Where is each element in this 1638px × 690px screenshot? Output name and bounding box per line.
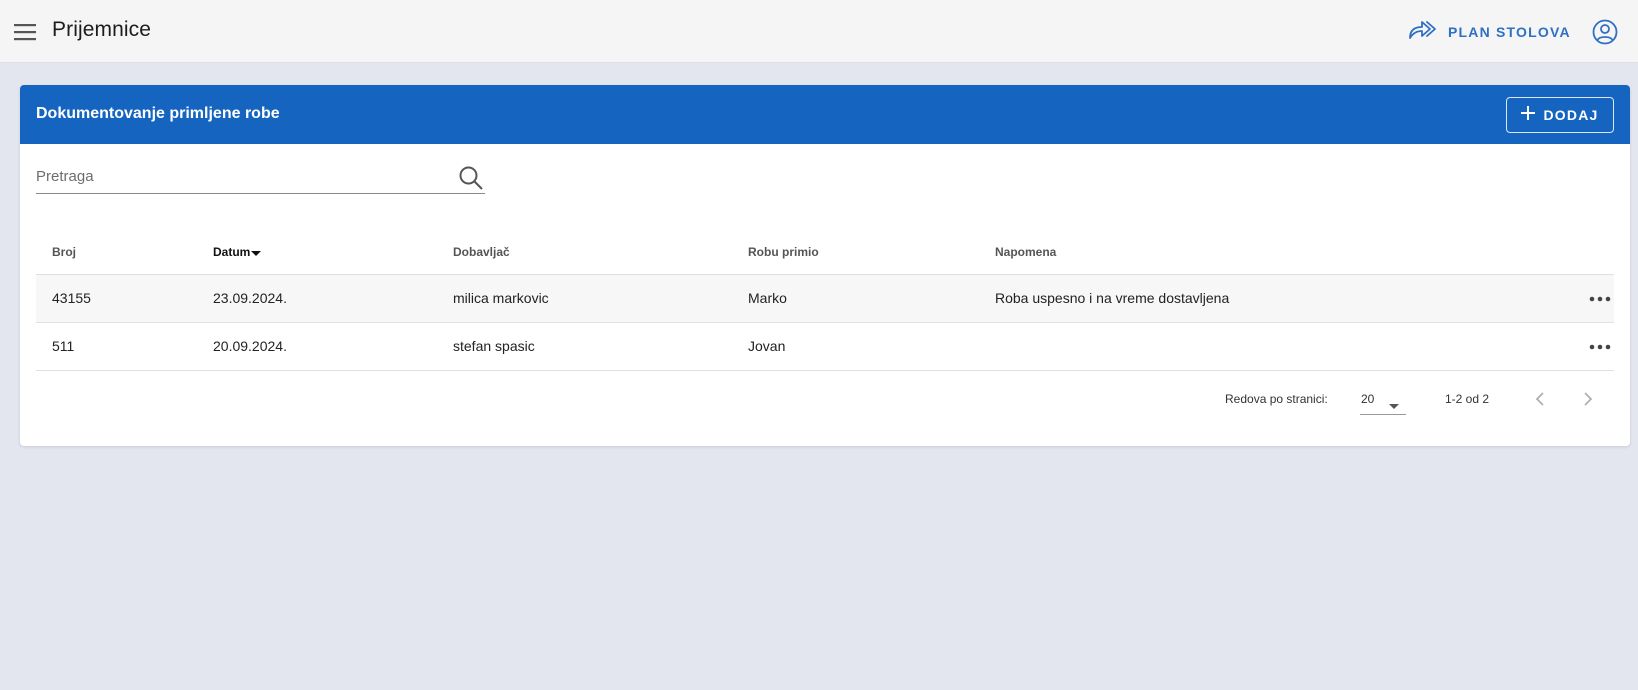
- cell-datum: 20.09.2024.: [213, 338, 287, 354]
- cell-datum: 23.09.2024.: [213, 290, 287, 306]
- pagination-range: 1-2 od 2: [1445, 392, 1490, 406]
- card-header: Dokumentovanje primljene robe DODAJ: [20, 85, 1630, 144]
- sort-descending-icon: [251, 246, 262, 260]
- cell-napomena: Roba uspesno i na vreme dostavljena: [995, 290, 1230, 306]
- chevron-right-icon[interactable]: [1576, 387, 1600, 411]
- rows-per-page-value: 20: [1361, 392, 1375, 406]
- column-header-broj[interactable]: Broj: [52, 245, 76, 259]
- plan-stolova-label: PLAN STOLOVA: [1448, 24, 1571, 40]
- table-row[interactable]: 43155 23.09.2024. milica markovic Marko …: [36, 275, 1614, 323]
- cell-broj: 511: [52, 338, 75, 354]
- column-header-datum-label: Datum: [213, 245, 251, 259]
- cell-robu-primio: Jovan: [748, 338, 786, 354]
- page-title: Prijemnice: [52, 18, 152, 41]
- rows-per-page-label: Redova po stranici:: [1225, 392, 1328, 406]
- receipts-card: Dokumentovanje primljene robe DODAJ Broj: [20, 85, 1630, 446]
- account-circle-icon[interactable]: [1591, 18, 1619, 46]
- add-button-label: DODAJ: [1543, 107, 1599, 123]
- cell-dobavljac: stefan spasic: [453, 338, 535, 354]
- plus-icon: [1521, 105, 1536, 125]
- more-horizontal-icon[interactable]: [1588, 337, 1612, 357]
- cell-dobavljac: milica markovic: [453, 290, 549, 306]
- column-header-robu-primio[interactable]: Robu primio: [748, 245, 819, 259]
- add-button[interactable]: DODAJ: [1506, 97, 1614, 133]
- column-header-dobavljac[interactable]: Dobavljač: [453, 245, 510, 259]
- more-horizontal-icon[interactable]: [1588, 289, 1612, 309]
- caret-down-icon: [1389, 397, 1399, 415]
- app-bar: Prijemnice PLAN STOLOVA: [0, 0, 1638, 63]
- card-title: Dokumentovanje primljene robe: [36, 105, 280, 122]
- cell-robu-primio: Marko: [748, 290, 787, 306]
- search-field: [36, 160, 485, 194]
- column-header-napomena[interactable]: Napomena: [995, 245, 1056, 259]
- search-input[interactable]: [36, 160, 446, 193]
- double-forward-arrow-icon: [1408, 18, 1438, 47]
- cell-broj: 43155: [52, 290, 91, 306]
- rows-per-page-select[interactable]: 20: [1360, 385, 1406, 415]
- column-header-datum[interactable]: Datum: [213, 245, 262, 260]
- plan-stolova-button[interactable]: PLAN STOLOVA: [1408, 16, 1571, 48]
- hamburger-menu-icon[interactable]: [13, 20, 37, 44]
- chevron-left-icon[interactable]: [1528, 387, 1552, 411]
- table-row[interactable]: 511 20.09.2024. stefan spasic Jovan: [36, 323, 1614, 371]
- table-header-row: Broj Datum Dobavljač Robu primio Napomen…: [36, 225, 1614, 275]
- receipts-table: Broj Datum Dobavljač Robu primio Napomen…: [36, 225, 1614, 371]
- search-icon[interactable]: [458, 165, 484, 191]
